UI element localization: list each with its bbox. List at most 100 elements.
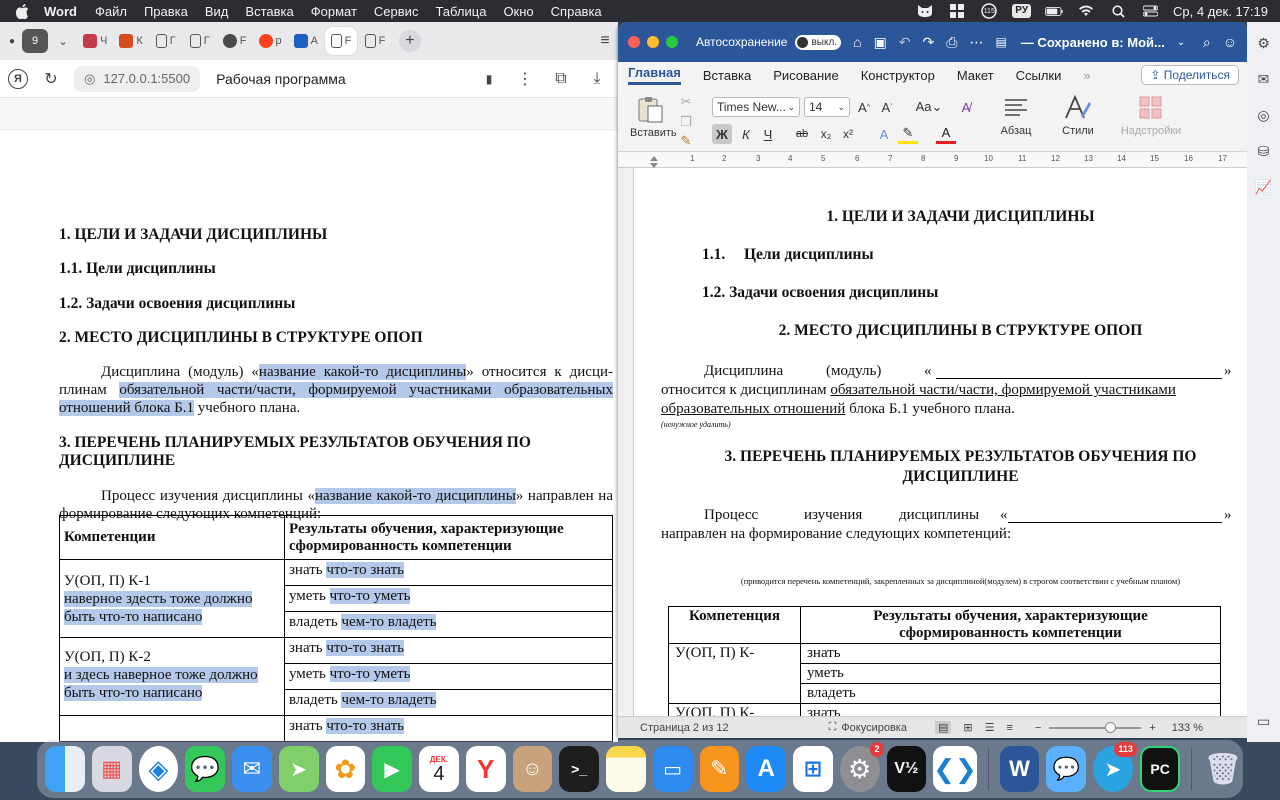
safari-icon[interactable]: ◈: [138, 746, 179, 792]
finder-icon[interactable]: [45, 746, 85, 792]
format-painter-icon[interactable]: ✎: [676, 131, 696, 151]
menu-window[interactable]: Окно: [503, 4, 533, 19]
messages-icon[interactable]: ✉: [1255, 70, 1273, 88]
hamburger-menu-icon[interactable]: ≡: [592, 28, 618, 54]
save-icon[interactable]: ▣: [874, 34, 887, 51]
zoom-slider[interactable]: [1049, 721, 1142, 733]
app-store-icon[interactable]: A: [746, 746, 786, 792]
more-icon[interactable]: ⋮: [512, 66, 538, 92]
control-center-icon[interactable]: [1141, 4, 1159, 18]
focus-icon[interactable]: ⛶: [829, 721, 837, 734]
telegram-icon[interactable]: ➤ 113: [1093, 742, 1137, 792]
tab-design[interactable]: Конструктор: [861, 68, 935, 83]
search-icon[interactable]: ⌕: [1203, 34, 1211, 51]
strikethrough-icon[interactable]: ab: [792, 124, 812, 144]
zoom-window-button[interactable]: [666, 36, 678, 48]
download-icon[interactable]: ⤓: [584, 66, 610, 92]
focus-label[interactable]: Фокусировка: [841, 722, 907, 734]
print-icon[interactable]: ⎙: [946, 34, 957, 51]
menu-edit[interactable]: Правка: [144, 4, 188, 19]
browser-tab-5[interactable]: F: [218, 27, 252, 55]
text-effects-icon[interactable]: A: [874, 124, 894, 144]
menu-tools[interactable]: Сервис: [374, 4, 419, 19]
math-app-icon[interactable]: V½: [886, 746, 927, 792]
launchpad-icon[interactable]: ▦: [91, 746, 132, 792]
superscript-icon[interactable]: x²: [838, 124, 858, 144]
notification-badge-icon[interactable]: 115: [980, 3, 998, 19]
draft-icon[interactable]: ≡: [1006, 722, 1012, 734]
menu-table[interactable]: Таблица: [435, 4, 486, 19]
zoom-slider-knob[interactable]: [1105, 721, 1117, 733]
shrink-font-icon[interactable]: Aˇ: [877, 97, 897, 117]
grow-font-icon[interactable]: A ^: [854, 97, 874, 117]
horizontal-ruler[interactable]: 1 2 3 4 5 6 7 8 9 10 11 12 13 14 15 16 17: [618, 152, 1247, 168]
browser-tab-2[interactable]: К: [114, 27, 147, 55]
browser-tab-8-active[interactable]: F: [324, 27, 357, 55]
keynote-icon[interactable]: ▭: [652, 746, 693, 792]
keyboard-layout-indicator[interactable]: РУ: [1012, 4, 1032, 18]
tab-insert[interactable]: Вставка: [703, 68, 751, 83]
cut-icon[interactable]: ✂: [676, 92, 696, 112]
browser-tab-9[interactable]: F: [359, 27, 391, 55]
print-layout-icon[interactable]: ▤: [934, 721, 952, 734]
person-icon[interactable]: ☺: [1223, 34, 1237, 50]
database-icon[interactable]: ⛁: [1255, 142, 1273, 160]
menu-file[interactable]: Файл: [95, 4, 127, 19]
tab-draw[interactable]: Рисование: [773, 68, 838, 83]
apple-icon[interactable]: [14, 3, 30, 19]
browser-tab-6[interactable]: р: [254, 27, 287, 55]
copy-icon[interactable]: ❐: [676, 112, 696, 132]
menu-view[interactable]: Вид: [205, 4, 229, 19]
browser-tab-4[interactable]: Г: [184, 27, 216, 55]
vertical-ruler[interactable]: [618, 168, 634, 724]
contacts-icon[interactable]: ☺: [512, 746, 553, 792]
home-icon[interactable]: ⌂: [853, 34, 861, 50]
more-tabs-icon[interactable]: »: [1083, 68, 1090, 83]
chart-icon[interactable]: 📈: [1255, 178, 1273, 196]
messages-app-icon[interactable]: 💬: [185, 746, 225, 792]
font-color-icon[interactable]: A: [936, 124, 956, 144]
page-counter[interactable]: Страница 2 из 12: [640, 722, 729, 734]
gear-icon[interactable]: ⚙: [1255, 34, 1273, 52]
pycharm-icon[interactable]: PC: [1139, 746, 1181, 792]
extensions-icon[interactable]: ⧉: [548, 66, 574, 92]
yandex-browser-icon[interactable]: Y: [465, 746, 506, 792]
menu-insert[interactable]: Вставка: [245, 4, 293, 19]
chat-app-icon[interactable]: 💬: [1046, 746, 1087, 792]
battery-icon[interactable]: [1045, 4, 1063, 18]
close-window-button[interactable]: [628, 36, 640, 48]
word-app-icon[interactable]: W: [999, 746, 1040, 792]
share-button[interactable]: ⇪ Поделиться: [1141, 65, 1239, 85]
underline-button[interactable]: Ч: [758, 124, 778, 144]
calendar-icon[interactable]: ДЕК. 4: [419, 746, 459, 792]
browser-tab-7[interactable]: А: [289, 27, 323, 55]
document-title[interactable]: — Сохранено в: Мой...: [1021, 35, 1165, 50]
redo-icon[interactable]: ↷: [923, 34, 935, 51]
site-info-icon[interactable]: ◎: [84, 71, 95, 87]
highlight-color-icon[interactable]: ✎: [898, 124, 918, 144]
undo-icon[interactable]: ↶: [899, 34, 911, 51]
windows-app-icon[interactable]: ⊞: [793, 746, 833, 792]
terminal-icon[interactable]: >_: [559, 746, 599, 792]
menubar-app-name[interactable]: Word: [44, 4, 77, 19]
italic-button[interactable]: К: [736, 124, 756, 144]
system-settings-icon[interactable]: ⚙ 2: [839, 742, 884, 792]
tab-home[interactable]: Главная: [628, 65, 681, 85]
facetime-icon[interactable]: ▶: [372, 746, 412, 792]
yandex-logo-icon[interactable]: Я: [8, 68, 28, 89]
minimize-window-button[interactable]: [647, 36, 659, 48]
cat-face-icon[interactable]: [916, 4, 934, 18]
bookmark-icon[interactable]: ▮: [476, 66, 502, 92]
grid-windows-icon[interactable]: [948, 4, 966, 18]
wifi-icon[interactable]: [1077, 4, 1095, 18]
browser-tab-3[interactable]: Г: [150, 27, 182, 55]
panel-toggle-icon[interactable]: ▭: [1255, 712, 1273, 730]
font-name-select[interactable]: Times New... ⌄: [712, 97, 800, 117]
notes-icon[interactable]: [606, 746, 646, 792]
zoom-level[interactable]: 133 %: [1172, 722, 1203, 734]
search-icon[interactable]: [1109, 4, 1127, 18]
tab-layout[interactable]: Макет: [957, 68, 994, 83]
outline-icon[interactable]: ☰: [985, 721, 995, 734]
chevron-down-icon[interactable]: ⌄: [50, 28, 76, 54]
more-commands-icon[interactable]: ⋯: [969, 34, 983, 51]
